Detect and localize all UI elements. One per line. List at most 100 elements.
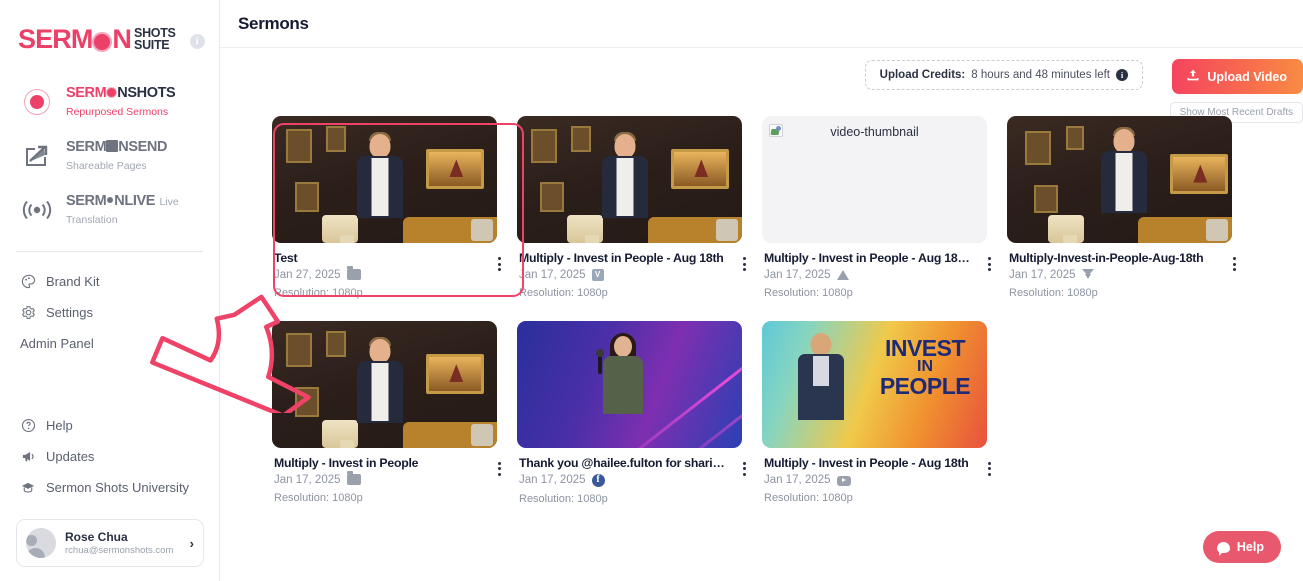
user-name: Rose Chua [65,529,128,544]
card-date: Jan 17, 2025 [764,268,831,281]
sermon-card[interactable]: INVEST IN PEOPLE Multiply - Invest in Pe… [762,320,999,505]
palette-icon [20,274,36,289]
upload-video-button[interactable]: Upload Video [1172,59,1303,94]
card-date: Jan 17, 2025 [1009,268,1076,281]
user-email: rchua@sermonshots.com [65,545,174,556]
card-menu-button[interactable] [496,255,503,273]
user-profile-button[interactable]: Rose Chua rchua@sermonshots.com › [16,519,204,567]
logo-suffix: SHOTS SUITE [134,27,176,52]
video-thumbnail[interactable]: video-thumbnail [762,116,987,243]
sidebar-item-admin-panel[interactable]: Admin Panel [16,328,203,359]
broadcast-icon [20,199,54,221]
card-date: Jan 17, 2025 [519,268,586,281]
card-menu-button[interactable] [1231,255,1238,273]
sermon-shots-suite-logo: SERM N SHOTS SUITE [18,26,176,53]
resolution-label: Resolution: [519,286,575,299]
sidebar-item-label: Admin Panel [20,336,94,351]
graduation-cap-icon [20,480,36,495]
upload-credits-label: Upload Credits: [879,69,966,81]
youtube-icon [836,475,851,486]
page-title: Sermons [238,13,309,33]
upload-icon [1186,68,1200,85]
sidebar-item-updates[interactable]: Updates [16,441,203,472]
invest-line-1: INVEST [884,334,966,361]
card-menu-button[interactable] [496,460,503,478]
sidebar-nav: Brand Kit Settings Admin Panel [0,266,219,359]
video-thumbnail[interactable] [517,320,742,448]
product-sermon-send[interactable]: SERM NSEND Shareable Pages [16,129,203,183]
toolbar: Upload Credits: 8 hours and 48 minutes l… [220,48,1303,123]
sermon-card[interactable]: Multiply - Invest in People Jan 17, 2025… [272,320,509,505]
product-subtitle: Repurposed Sermons [66,106,169,118]
broken-image-icon [769,124,783,137]
folder-icon [346,266,361,281]
thumbnail-overlay-text: INVEST IN PEOPLE [869,334,981,398]
sidebar-item-label: Sermon Shots University [46,480,190,495]
product-title: SERM NSHOTS [66,85,176,101]
thumbnail-alt-text: video-thumbnail [830,125,919,139]
app-root: SERM N SHOTS SUITE i SERM NSHOTS Repurpos… [0,0,1303,581]
sermon-card[interactable]: video-thumbnail Multiply - Invest in Peo… [762,116,999,299]
sidebar-item-label: Settings [46,305,93,320]
sidebar-item-sermon-shots-university[interactable]: Sermon Shots University [16,472,203,503]
upload-credits-value: 8 hours and 48 minutes left [971,69,1110,81]
page-header: Sermons [220,0,1303,48]
resolution-value: 1080p [1067,286,1098,299]
card-title: Test [274,251,298,265]
video-thumbnail[interactable] [1007,116,1232,243]
card-title: Multiply - Invest in People [274,455,419,470]
resolution-label: Resolution: [519,492,575,505]
logo-word-sermon: SERM [18,24,93,54]
card-title: Thank you @hailee.fulton for sharing o..… [519,455,728,470]
product-sermon-shots[interactable]: SERM NSHOTS Repurposed Sermons [16,75,203,129]
video-thumbnail[interactable]: INVEST IN PEOPLE [762,320,987,448]
info-icon[interactable]: i [189,34,205,49]
resolution-value: 1080p [332,491,363,504]
sidebar-item-help[interactable]: Help [16,410,203,441]
product-title: SERM NLIVE [66,193,155,209]
video-thumbnail[interactable] [517,116,742,243]
facebook-icon [591,473,605,487]
folder-icon [346,471,361,485]
brand-header: SERM N SHOTS SUITE i [0,0,219,53]
card-title: Multiply - Invest in People - Aug 18th [764,455,969,470]
resolution-value: 1080p [332,286,363,299]
card-menu-button[interactable] [986,255,993,273]
help-widget-label: Help [1236,540,1264,554]
resolution-label: Resolution: [274,491,330,504]
product-subtitle: Shareable Pages [66,160,147,172]
card-menu-button[interactable] [741,255,748,273]
resolution-value: 1080p [577,286,608,299]
card-menu-button[interactable] [741,460,748,478]
sidebar-item-settings[interactable]: Settings [16,297,203,328]
upload-credits-badge: Upload Credits: 8 hours and 48 minutes l… [864,60,1143,90]
sermons-grid: Test Jan 27, 2025 Resolution: 1080p Mult… [220,116,1303,505]
card-title: Multiply-Invest-in-People-Aug-18th [1009,251,1204,265]
video-thumbnail[interactable] [272,320,497,448]
main-content: Sermons Upload Credits: 8 hours and 48 m… [220,0,1303,581]
card-date: Jan 27, 2025 [274,268,341,281]
logo-suite: SUITE [134,37,170,52]
sidebar-item-label: Updates [46,449,95,464]
info-icon[interactable]: i [1116,69,1128,81]
sidebar-bottom-nav: Help Updates Sermon Shots University [0,410,219,503]
video-thumbnail[interactable] [272,116,497,243]
card-menu-button[interactable] [986,460,993,478]
sermon-card[interactable]: Thank you @hailee.fulton for sharing o..… [517,320,754,505]
product-title: SERM NSEND [66,139,168,155]
sidebar-divider [16,251,203,252]
upload-video-label: Upload Video [1207,69,1287,84]
vimeo-icon [591,268,604,281]
sermon-card[interactable]: Test Jan 27, 2025 Resolution: 1080p [272,116,509,299]
sermon-card[interactable]: Multiply-Invest-in-People-Aug-18th Jan 1… [1007,116,1244,299]
resolution-value: 1080p [577,492,608,505]
help-widget-button[interactable]: Help [1202,531,1281,563]
sidebar-item-brand-kit[interactable]: Brand Kit [16,266,203,297]
product-switcher: SERM NSHOTS Repurposed Sermons SERM NSEND … [0,75,219,237]
sidebar-item-label: Brand Kit [46,274,100,289]
megaphone-icon [20,449,36,464]
send-arrow-icon [20,144,54,168]
sermon-card[interactable]: Multiply - Invest in People - Aug 18th J… [517,116,754,299]
record-dot-icon [20,89,54,115]
product-sermon-live[interactable]: SERM NLIVE Live Translation [16,183,203,237]
